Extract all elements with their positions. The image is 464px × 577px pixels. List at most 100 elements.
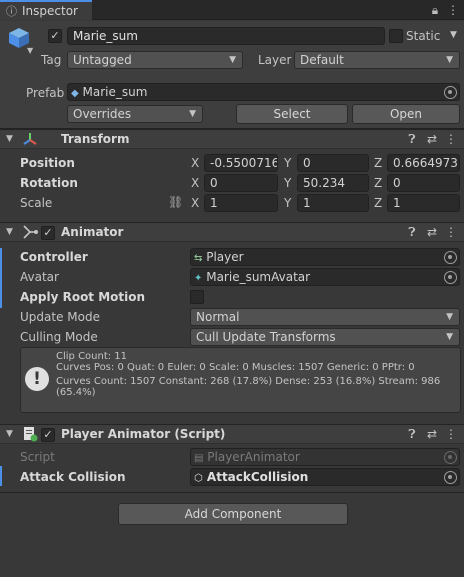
scale-z-field[interactable]: 1	[387, 194, 460, 212]
tab-inspector[interactable]: ⓘ Inspector	[0, 0, 92, 20]
rotation-y-field[interactable]: 50.234	[297, 174, 369, 192]
scale-x-axis[interactable]: X	[191, 196, 199, 210]
foldout-arrow-icon[interactable]: ▼	[6, 134, 13, 144]
kebab-menu-icon[interactable]: ⋮	[444, 225, 458, 239]
static-label: Static	[406, 29, 441, 43]
static-dropdown-arrow[interactable]: ▼	[450, 30, 457, 40]
rotation-x-axis[interactable]: X	[191, 176, 199, 190]
avatar-icon: ✦	[194, 273, 203, 284]
kebab-menu-icon[interactable]: ⋮	[444, 132, 458, 146]
rotation-z-field[interactable]: 0	[387, 174, 460, 192]
script-label: Script	[20, 450, 55, 464]
divider	[0, 492, 464, 493]
animator-enabled-checkbox[interactable]: ✓	[41, 226, 55, 240]
presets-icon[interactable]: ⇄	[425, 132, 439, 146]
avatar-label: Avatar	[20, 270, 59, 284]
scale-y-field[interactable]: 1	[297, 194, 369, 212]
override-indicator	[0, 466, 2, 486]
transform-icon	[22, 131, 38, 147]
overrides-label: Overrides	[73, 107, 132, 121]
culling-mode-dropdown[interactable]: Cull Update Transforms ▼	[190, 328, 460, 346]
cube-icon: ⬡	[194, 473, 203, 484]
tag-value: Untagged	[73, 53, 132, 67]
position-x-field[interactable]: -0.5500716	[204, 154, 278, 172]
object-picker-icon[interactable]	[444, 471, 457, 484]
position-z-axis[interactable]: Z	[374, 156, 382, 170]
add-component-button[interactable]: Add Component	[118, 503, 348, 525]
animator-header[interactable]: ▼ ✓ Animator ❓︎ ⇄ ⋮	[0, 222, 464, 242]
info-line: Clip Count: 11	[56, 351, 128, 362]
overrides-dropdown[interactable]: Overrides ▼	[67, 105, 203, 123]
chevron-down-icon[interactable]: ▼	[27, 46, 33, 55]
apply-root-motion-label: Apply Root Motion	[20, 290, 146, 304]
avatar-value: Marie_sumAvatar	[206, 270, 311, 284]
culling-mode-label: Culling Mode	[20, 330, 98, 344]
lock-icon[interactable]: 🔒︎	[428, 3, 442, 17]
scale-label: Scale	[20, 196, 53, 210]
object-picker-icon[interactable]	[444, 251, 457, 264]
animator-controller-icon: ⇆	[194, 253, 203, 264]
animator-title: Animator	[61, 225, 124, 239]
object-picker-icon[interactable]	[444, 86, 457, 99]
static-checkbox[interactable]	[389, 29, 403, 43]
layer-dropdown[interactable]: Default ▼	[294, 51, 460, 69]
info-icon: ⓘ	[6, 5, 17, 18]
controller-field[interactable]: ⇆ Player	[190, 248, 460, 266]
help-icon[interactable]: ❓︎	[405, 225, 419, 240]
script-icon	[22, 426, 38, 442]
override-indicator	[0, 248, 2, 308]
active-checkbox[interactable]: ✓	[48, 29, 62, 43]
rotation-z-axis[interactable]: Z	[374, 176, 382, 190]
help-icon[interactable]: ❓︎	[405, 427, 419, 442]
open-button[interactable]: Open	[352, 104, 460, 124]
update-mode-dropdown[interactable]: Normal ▼	[190, 308, 460, 326]
player-animator-enabled-checkbox[interactable]: ✓	[41, 428, 55, 442]
player-animator-header[interactable]: ▼ ✓ Player Animator (Script) ❓︎ ⇄ ⋮	[0, 424, 464, 444]
chevron-down-icon: ▼	[229, 55, 236, 65]
tag-dropdown[interactable]: Untagged ▼	[67, 51, 243, 69]
script-value: PlayerAnimator	[207, 450, 300, 464]
presets-icon[interactable]: ⇄	[425, 225, 439, 239]
transform-header[interactable]: ▼ Transform ❓︎ ⇄ ⋮	[0, 129, 464, 149]
layer-label: Layer	[258, 53, 292, 67]
update-mode-value: Normal	[196, 310, 240, 324]
attack-collision-label: Attack Collision	[20, 470, 126, 484]
foldout-arrow-icon[interactable]: ▼	[6, 227, 13, 237]
attack-collision-value: AttackCollision	[206, 470, 309, 484]
position-x-axis[interactable]: X	[191, 156, 199, 170]
info-line: Curves Count: 1507 Constant: 268 (17.8%)…	[56, 376, 441, 387]
link-icon[interactable]: ⛓︎	[168, 195, 183, 209]
help-icon[interactable]: ❓︎	[405, 132, 419, 147]
prefab-field[interactable]: ◆ Marie_sum	[67, 83, 460, 101]
update-mode-label: Update Mode	[20, 310, 100, 324]
info-line: (65.4%)	[56, 387, 96, 398]
kebab-menu-icon[interactable]: ⋮	[444, 427, 458, 441]
attack-collision-field[interactable]: ⬡ AttackCollision	[190, 468, 460, 486]
transform-title: Transform	[61, 132, 130, 146]
scale-x-field[interactable]: 1	[204, 194, 278, 212]
presets-icon[interactable]: ⇄	[425, 427, 439, 441]
position-y-field[interactable]: 0	[297, 154, 369, 172]
rotation-x-field[interactable]: 0	[204, 174, 278, 192]
position-y-axis[interactable]: Y	[284, 156, 291, 170]
object-picker-icon[interactable]	[444, 271, 457, 284]
object-picker-icon	[444, 451, 457, 464]
player-animator-title: Player Animator (Script)	[61, 427, 226, 441]
layer-value: Default	[300, 53, 344, 67]
gameobject-name-field[interactable]: Marie_sum	[67, 27, 385, 45]
rotation-y-axis[interactable]: Y	[284, 176, 291, 190]
scale-y-axis[interactable]: Y	[284, 196, 291, 210]
kebab-menu-icon[interactable]: ⋮	[446, 3, 460, 17]
avatar-field[interactable]: ✦ Marie_sumAvatar	[190, 268, 460, 286]
animator-icon	[22, 224, 38, 240]
script-file-icon: ▤	[194, 453, 204, 464]
scale-z-axis[interactable]: Z	[374, 196, 382, 210]
apply-root-motion-checkbox[interactable]	[190, 290, 204, 304]
chevron-down-icon: ▼	[189, 109, 196, 119]
script-field: ▤ PlayerAnimator	[190, 448, 460, 466]
prefab-value: Marie_sum	[82, 85, 148, 99]
position-z-field[interactable]: 0.6664973	[387, 154, 460, 172]
select-button[interactable]: Select	[236, 104, 348, 124]
foldout-arrow-icon[interactable]: ▼	[6, 429, 13, 439]
position-label: Position	[20, 156, 75, 170]
